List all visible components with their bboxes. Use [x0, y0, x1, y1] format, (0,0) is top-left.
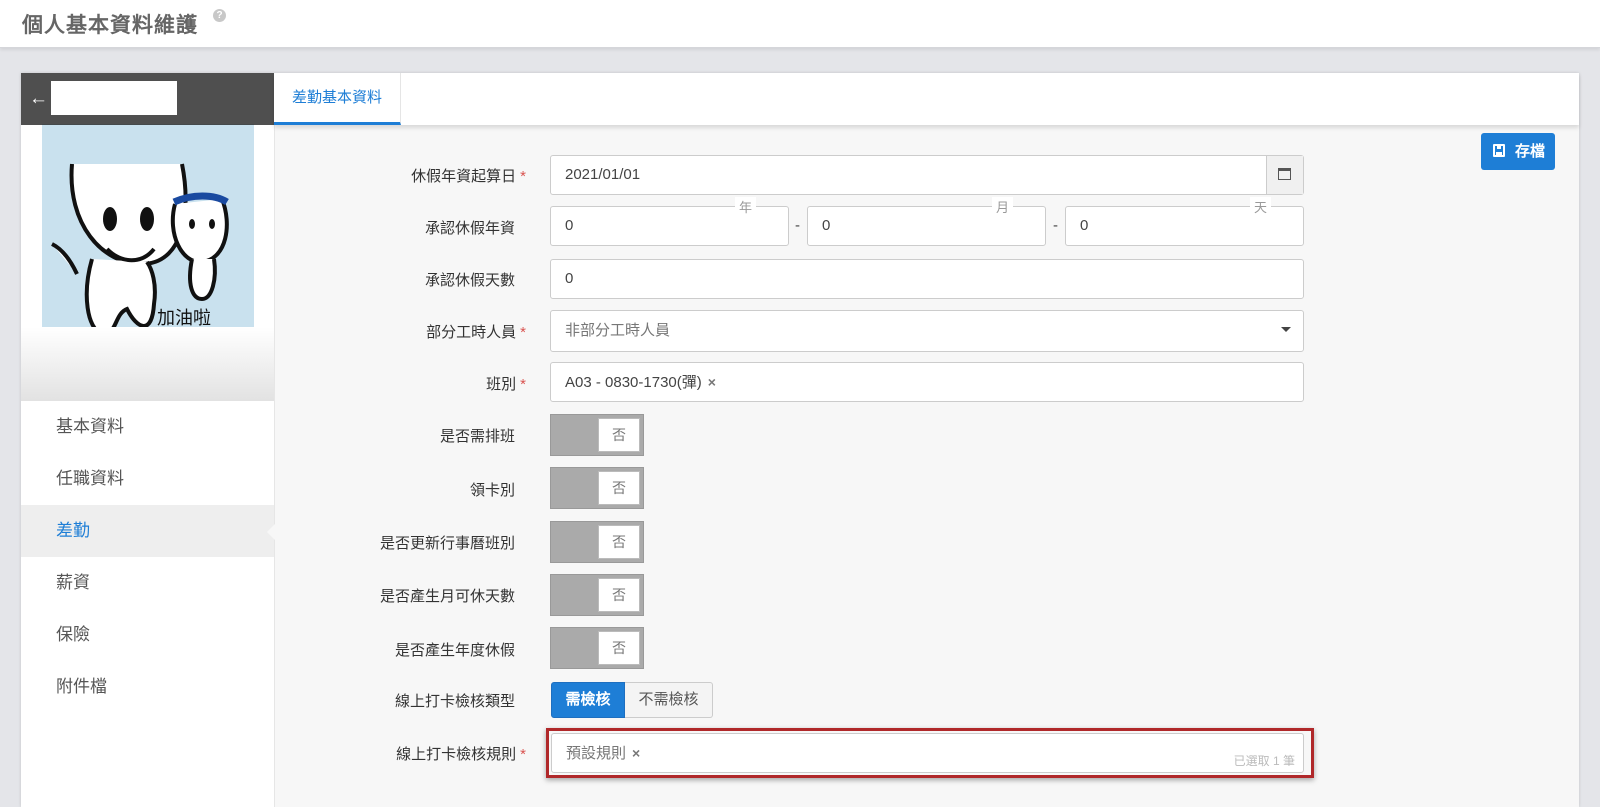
tab-bar: 差勤基本資料 [274, 73, 1579, 125]
sidebar-item-basic[interactable]: 基本資料 [21, 401, 274, 453]
approved-days-label: 承認休假天數 [424, 272, 515, 289]
leave-start-label: 休假年資起算日 * [411, 168, 526, 185]
month-value: 0 [822, 217, 831, 234]
sidebar-item-insurance[interactable]: 保險 [21, 609, 274, 661]
selected-count: 已選取 1 筆 [1233, 754, 1295, 768]
approved-days-value: 0 [565, 270, 574, 287]
check-type-required-option[interactable]: 需檢核 [551, 682, 625, 718]
toggle-state: 否 [598, 418, 640, 452]
employee-name-redacted [51, 81, 177, 115]
check-type-label: 線上打卡檢核類型 [394, 693, 515, 710]
toggle-state: 否 [598, 631, 640, 665]
arrow-left-icon[interactable]: ← [29, 88, 48, 110]
month-legend: 月 [991, 197, 1013, 216]
need-schedule-toggle[interactable]: 否 [550, 414, 644, 456]
shift-tag: A03 - 0830-1730(彈) × [565, 374, 716, 391]
profile-bar: ← [21, 73, 274, 125]
sidebar-item-attendance[interactable]: 差勤 [21, 505, 275, 557]
day-legend: 天 [1249, 197, 1271, 216]
card-type-label: 領卡別 [469, 482, 515, 499]
check-rule-label: 線上打卡檢核規則 * [396, 746, 526, 763]
remove-tag-icon[interactable]: × [632, 745, 640, 761]
monthly-days-label: 是否產生月可休天數 [379, 588, 515, 605]
approved-years-year-input[interactable]: 年 0 [550, 197, 789, 246]
leave-start-date-input[interactable]: 2021/01/01 [550, 155, 1304, 195]
sidebar-item-salary[interactable]: 薪資 [21, 557, 274, 609]
avatar: 加油啦 [42, 124, 254, 350]
separator: - [795, 217, 800, 234]
page-title: 個人基本資料維護 [22, 14, 198, 37]
sidebar-item-attachments[interactable]: 附件檔 [21, 661, 274, 713]
year-value: 0 [565, 217, 574, 234]
approved-years-label: 承認休假年資 [424, 220, 515, 237]
need-schedule-label: 是否需排班 [439, 428, 515, 445]
avatar-gradient [21, 327, 274, 401]
part-time-select[interactable]: 非部分工時人員 [550, 310, 1304, 352]
leave-start-value: 2021/01/01 [565, 166, 641, 183]
save-button[interactable]: 存檔 [1481, 133, 1555, 170]
sidebar-menu: 基本資料 任職資料 差勤 薪資 保險 附件檔 [21, 401, 275, 713]
remove-tag-icon[interactable]: × [708, 374, 716, 390]
part-time-value: 非部分工時人員 [565, 322, 671, 339]
monthly-days-toggle[interactable]: 否 [550, 574, 644, 616]
save-button-label: 存檔 [1515, 143, 1546, 160]
approved-years-day-input[interactable]: 天 0 [1065, 197, 1304, 246]
toggle-state: 否 [598, 525, 640, 559]
toggle-state: 否 [598, 471, 640, 505]
check-rule-multiselect[interactable]: 預設規則 × 已選取 1 筆 [551, 733, 1304, 773]
check-type-not-required-option[interactable]: 不需檢核 [625, 682, 713, 718]
tab-attendance-basic[interactable]: 差勤基本資料 [274, 73, 401, 125]
annual-leave-label: 是否產生年度休假 [394, 642, 515, 659]
page-header: 個人基本資料維護 ? [0, 0, 1600, 48]
chevron-down-icon [1281, 327, 1291, 332]
toggle-state: 否 [598, 578, 640, 612]
shift-multiselect[interactable]: A03 - 0830-1730(彈) × [550, 362, 1304, 402]
card-type-toggle[interactable]: 否 [550, 467, 644, 509]
update-calendar-toggle[interactable]: 否 [550, 521, 644, 563]
shift-label: 班別 * [486, 376, 526, 393]
day-value: 0 [1080, 217, 1089, 234]
year-legend: 年 [734, 197, 756, 216]
check-rule-tag: 預設規則 × [566, 745, 641, 762]
avatar-caption: 加油啦 [157, 308, 211, 329]
separator: - [1053, 217, 1058, 234]
part-time-label: 部分工時人員 * [426, 324, 526, 341]
help-icon[interactable]: ? [213, 9, 226, 22]
annual-leave-toggle[interactable]: 否 [550, 627, 644, 669]
calendar-icon[interactable] [1266, 156, 1303, 194]
sidebar-item-employment[interactable]: 任職資料 [21, 453, 274, 505]
update-calendar-label: 是否更新行事曆班別 [379, 535, 515, 552]
approved-days-input[interactable]: 0 [550, 259, 1304, 299]
floppy-disk-icon [1493, 144, 1505, 157]
approved-years-month-input[interactable]: 月 0 [807, 197, 1046, 246]
sidebar: 加油啦 ← 基本資料 任職資料 差勤 薪資 保險 附件檔 [21, 73, 275, 807]
